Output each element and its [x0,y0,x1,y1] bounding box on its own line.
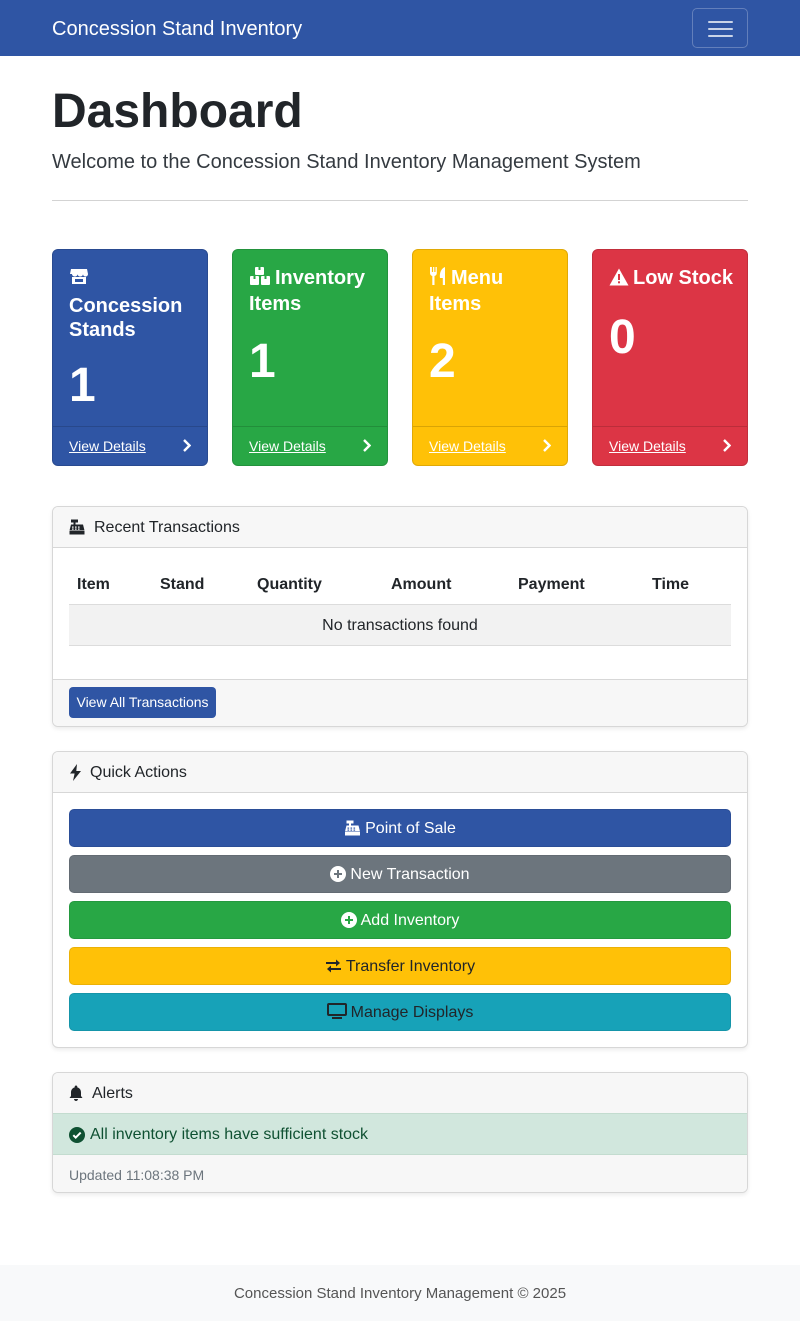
plus-circle-icon [330,859,347,897]
stat-card-value: 2 [429,335,456,388]
button-label: Point of Sale [365,820,456,837]
footer-text: Concession Stand Inventory Management © … [233,1285,567,1302]
stat-card-footer: View Details [413,426,567,465]
column-header-item: Item [77,576,110,593]
view-details-link[interactable]: View Details [249,438,326,454]
alert-message: All inventory items have sufficient stoc… [90,1126,369,1143]
stat-card-menu-items: Menu Items 2 View Details [412,249,568,466]
stat-card-footer: View Details [53,426,207,465]
card-header: Quick Actions [53,752,747,793]
page-footer: Concession Stand Inventory Management © … [0,1265,800,1321]
stat-card-title: Menu Items [429,266,559,316]
button-label: Transfer Inventory [345,958,476,975]
stat-card-value: 1 [249,335,276,388]
stat-card-title: Low Stock [609,266,739,292]
add-inventory-button[interactable]: Add Inventory [69,901,731,939]
view-details-link[interactable]: View Details [69,438,146,454]
plus-circle-icon [340,905,357,943]
chevron-right-icon[interactable] [362,439,372,457]
chevron-right-icon[interactable] [722,439,732,457]
stat-card-label: Low Stock [633,267,734,289]
stat-card-title: Inventory Items [249,266,379,316]
transfer-inventory-button[interactable]: Transfer Inventory [69,947,731,985]
stat-card-footer: View Details [233,426,387,465]
chevron-right-icon[interactable] [182,439,192,457]
check-circle-icon [69,1127,85,1148]
button-label: New Transaction [350,866,470,883]
stat-card-footer: View Details [593,426,747,465]
manage-displays-button[interactable]: Manage Displays [69,993,731,1031]
point-of-sale-button[interactable]: Point of Sale [69,809,731,847]
column-header-amount: Amount [391,576,452,593]
success-alert: All inventory items have sufficient stoc… [53,1113,747,1155]
table-row-empty: No transactions found [69,604,731,646]
bolt-icon [69,764,82,786]
view-details-link[interactable]: View Details [429,438,506,454]
exchange-icon [325,951,342,989]
cash-register-icon [69,519,85,540]
stat-card-title: Concession Stands [69,266,199,342]
column-header-stand: Stand [160,576,205,593]
utensils-icon [429,266,447,292]
stat-card-label: Concession Stands [69,295,183,341]
column-header-quantity: Quantity [257,576,322,593]
card-title: Recent Transactions [94,519,240,536]
navbar-brand[interactable]: Concession Stand Inventory [52,16,302,42]
card-header: Recent Transactions [53,507,747,548]
stat-card-value: 1 [69,359,96,412]
card-header: Alerts [53,1073,747,1114]
chevron-right-icon[interactable] [542,439,552,457]
card-title: Quick Actions [90,764,187,781]
boxes-icon [249,266,271,292]
navbar: Concession Stand Inventory [0,0,800,56]
monitor-icon [326,997,347,1035]
button-label: Add Inventory [360,912,460,929]
divider [52,200,748,201]
view-all-transactions-button[interactable]: View All Transactions [69,687,216,718]
stat-card-low-stock: Low Stock 0 View Details [592,249,748,466]
page-title: Dashboard [52,85,303,138]
button-label: Manage Displays [350,1004,474,1021]
column-header-time: Time [652,576,690,593]
cash-register-icon [344,813,361,851]
column-header-payment: Payment [518,576,585,593]
stat-card-value: 0 [609,311,636,364]
empty-message: No transactions found [322,617,478,634]
bell-icon [69,1085,83,1106]
card-title: Alerts [92,1085,133,1102]
updated-timestamp: Updated 11:08:38 PM [69,1167,205,1183]
stat-card-concession-stands: Concession Stands 1 View Details [52,249,208,466]
page-subtitle: Welcome to the Concession Stand Inventor… [52,151,641,173]
store-icon [69,266,199,292]
view-details-link[interactable]: View Details [609,438,686,454]
warning-icon [609,268,629,292]
stat-card-inventory-items: Inventory Items 1 View Details [232,249,388,466]
navbar-toggle-button[interactable] [692,8,748,48]
new-transaction-button[interactable]: New Transaction [69,855,731,893]
